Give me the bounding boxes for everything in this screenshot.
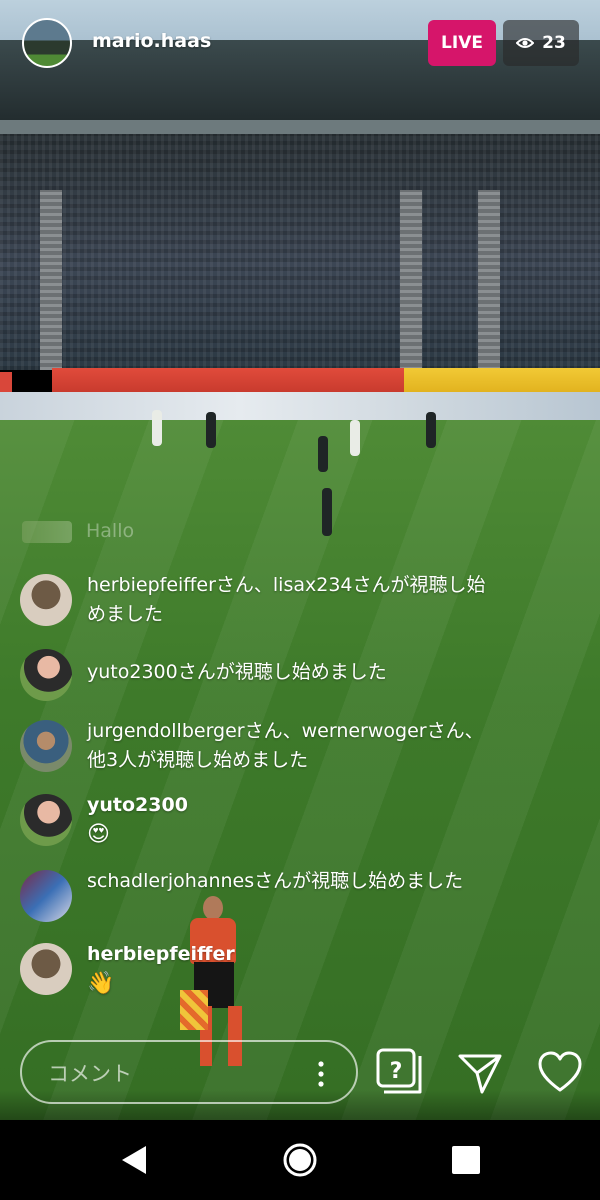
user-avatar[interactable] [20,649,72,701]
comment-feed: Hallo herbiepfeifferさん、lisax234さんが視聴し始めま… [0,0,600,1120]
back-icon[interactable] [118,1144,150,1176]
user-avatar[interactable] [20,870,72,922]
comment-body: 😍 [87,822,110,847]
comment-field[interactable] [20,1040,358,1104]
join-notice: yuto2300さんが視聴し始めました [87,661,387,683]
send-icon[interactable] [456,1048,504,1096]
comment-content: yuto2300 😍 [87,791,497,849]
comment-content: herbiepfeiffer 👋 [87,940,497,998]
faded-comment: Hallo [22,520,134,543]
comment-input[interactable] [46,1054,310,1094]
svg-text:?: ? [390,1059,403,1084]
comment-username[interactable]: yuto2300 [87,791,497,820]
user-avatar[interactable] [20,943,72,995]
more-vertical-icon[interactable] [314,1060,328,1088]
faded-comment-text: Hallo [86,520,135,542]
heart-icon[interactable] [536,1048,584,1096]
question-icon[interactable]: ? [376,1048,424,1096]
comment-body: 👋 [87,971,115,996]
recents-icon[interactable] [452,1146,480,1174]
user-avatar[interactable] [20,720,72,772]
user-avatar[interactable] [20,794,72,846]
join-notice: herbiepfeifferさん、lisax234さんが視聴し始めました [87,574,486,625]
system-navigation-bar [0,1120,600,1200]
home-icon[interactable] [282,1142,318,1178]
user-avatar[interactable] [20,574,72,626]
user-avatar [22,520,72,543]
comment-username[interactable]: herbiepfeiffer [87,940,497,969]
join-notice: jurgendollbergerさん、wernerwogerさん、他3人が視聴し… [87,720,484,771]
join-notice: schadlerjohannesさんが視聴し始めました [87,870,464,892]
